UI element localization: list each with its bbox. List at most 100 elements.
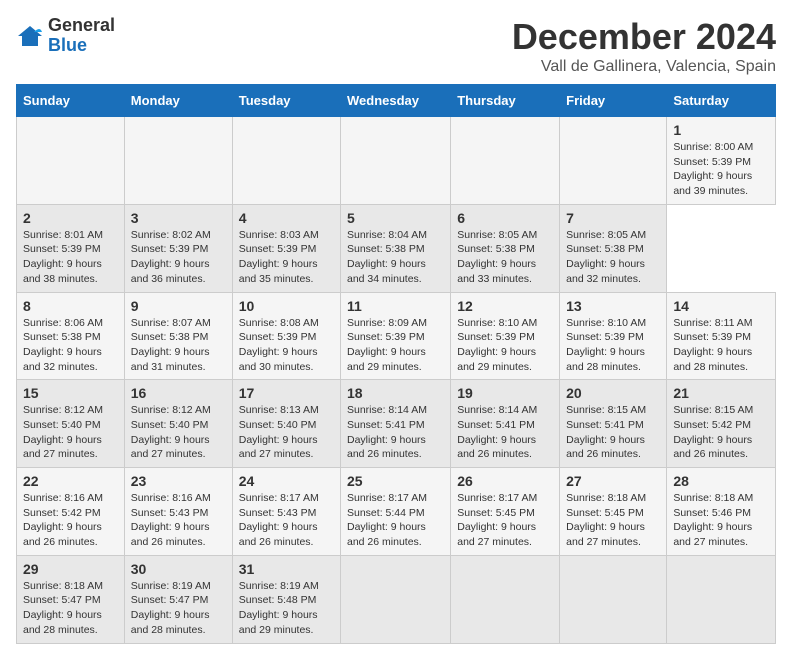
day-number: 29 [23, 561, 118, 577]
header-tuesday: Tuesday [232, 85, 340, 117]
day-info: Sunrise: 8:05 AMSunset: 5:38 PMDaylight:… [457, 228, 553, 287]
empty-cell [560, 117, 667, 205]
calendar-day-cell: 17 Sunrise: 8:13 AMSunset: 5:40 PMDaylig… [232, 380, 340, 468]
calendar-day-cell: 16 Sunrise: 8:12 AMSunset: 5:40 PMDaylig… [124, 380, 232, 468]
calendar-day-cell: 13 Sunrise: 8:10 AMSunset: 5:39 PMDaylig… [560, 292, 667, 380]
empty-cell [232, 117, 340, 205]
day-number: 9 [131, 298, 226, 314]
day-info: Sunrise: 8:19 AMSunset: 5:47 PMDaylight:… [131, 579, 226, 638]
day-number: 6 [457, 210, 553, 226]
title-area: December 2024 Vall de Gallinera, Valenci… [512, 16, 776, 76]
day-number: 18 [347, 385, 444, 401]
calendar-day-cell: 31 Sunrise: 8:19 AMSunset: 5:48 PMDaylig… [232, 555, 340, 643]
day-number: 8 [23, 298, 118, 314]
header-friday: Friday [560, 85, 667, 117]
day-number: 30 [131, 561, 226, 577]
calendar-week-row: 2 Sunrise: 8:01 AMSunset: 5:39 PMDayligh… [17, 204, 776, 292]
calendar-day-cell: 29 Sunrise: 8:18 AMSunset: 5:47 PMDaylig… [17, 555, 125, 643]
day-info: Sunrise: 8:11 AMSunset: 5:39 PMDaylight:… [673, 316, 769, 375]
day-number: 23 [131, 473, 226, 489]
calendar-week-row: 29 Sunrise: 8:18 AMSunset: 5:47 PMDaylig… [17, 555, 776, 643]
calendar-day-cell: 26 Sunrise: 8:17 AMSunset: 5:45 PMDaylig… [451, 468, 560, 556]
day-info: Sunrise: 8:06 AMSunset: 5:38 PMDaylight:… [23, 316, 118, 375]
day-number: 17 [239, 385, 334, 401]
header-monday: Monday [124, 85, 232, 117]
day-number: 13 [566, 298, 660, 314]
empty-cell [667, 555, 776, 643]
day-info: Sunrise: 8:00 AMSunset: 5:39 PMDaylight:… [673, 140, 769, 199]
header-wednesday: Wednesday [341, 85, 451, 117]
location-subtitle: Vall de Gallinera, Valencia, Spain [512, 58, 776, 76]
calendar-week-row: 15 Sunrise: 8:12 AMSunset: 5:40 PMDaylig… [17, 380, 776, 468]
empty-cell [124, 117, 232, 205]
header: General Blue December 2024 Vall de Galli… [16, 16, 776, 76]
calendar-day-cell: 19 Sunrise: 8:14 AMSunset: 5:41 PMDaylig… [451, 380, 560, 468]
calendar-day-cell: 14 Sunrise: 8:11 AMSunset: 5:39 PMDaylig… [667, 292, 776, 380]
day-number: 16 [131, 385, 226, 401]
empty-cell [341, 555, 451, 643]
calendar-day-cell: 21 Sunrise: 8:15 AMSunset: 5:42 PMDaylig… [667, 380, 776, 468]
day-info: Sunrise: 8:17 AMSunset: 5:44 PMDaylight:… [347, 491, 444, 550]
day-number: 14 [673, 298, 769, 314]
logo: General Blue [16, 16, 115, 56]
day-number: 7 [566, 210, 660, 226]
day-info: Sunrise: 8:18 AMSunset: 5:47 PMDaylight:… [23, 579, 118, 638]
day-info: Sunrise: 8:17 AMSunset: 5:43 PMDaylight:… [239, 491, 334, 550]
calendar-week-row: 1 Sunrise: 8:00 AMSunset: 5:39 PMDayligh… [17, 117, 776, 205]
empty-cell [17, 117, 125, 205]
calendar-day-cell: 9 Sunrise: 8:07 AMSunset: 5:38 PMDayligh… [124, 292, 232, 380]
calendar-day-cell: 1 Sunrise: 8:00 AMSunset: 5:39 PMDayligh… [667, 117, 776, 205]
day-info: Sunrise: 8:01 AMSunset: 5:39 PMDaylight:… [23, 228, 118, 287]
day-info: Sunrise: 8:08 AMSunset: 5:39 PMDaylight:… [239, 316, 334, 375]
calendar-header-row: SundayMondayTuesdayWednesdayThursdayFrid… [17, 85, 776, 117]
day-number: 15 [23, 385, 118, 401]
empty-cell [451, 555, 560, 643]
day-info: Sunrise: 8:04 AMSunset: 5:38 PMDaylight:… [347, 228, 444, 287]
calendar-day-cell: 23 Sunrise: 8:16 AMSunset: 5:43 PMDaylig… [124, 468, 232, 556]
day-info: Sunrise: 8:17 AMSunset: 5:45 PMDaylight:… [457, 491, 553, 550]
day-info: Sunrise: 8:18 AMSunset: 5:46 PMDaylight:… [673, 491, 769, 550]
day-info: Sunrise: 8:10 AMSunset: 5:39 PMDaylight:… [566, 316, 660, 375]
day-number: 10 [239, 298, 334, 314]
calendar-day-cell: 12 Sunrise: 8:10 AMSunset: 5:39 PMDaylig… [451, 292, 560, 380]
logo-general-text: General [48, 16, 115, 36]
calendar-day-cell: 24 Sunrise: 8:17 AMSunset: 5:43 PMDaylig… [232, 468, 340, 556]
calendar-day-cell: 20 Sunrise: 8:15 AMSunset: 5:41 PMDaylig… [560, 380, 667, 468]
calendar-week-row: 8 Sunrise: 8:06 AMSunset: 5:38 PMDayligh… [17, 292, 776, 380]
day-number: 5 [347, 210, 444, 226]
calendar-day-cell: 5 Sunrise: 8:04 AMSunset: 5:38 PMDayligh… [341, 204, 451, 292]
calendar-day-cell: 10 Sunrise: 8:08 AMSunset: 5:39 PMDaylig… [232, 292, 340, 380]
day-number: 2 [23, 210, 118, 226]
calendar-day-cell: 6 Sunrise: 8:05 AMSunset: 5:38 PMDayligh… [451, 204, 560, 292]
day-info: Sunrise: 8:14 AMSunset: 5:41 PMDaylight:… [347, 403, 444, 462]
calendar-day-cell: 2 Sunrise: 8:01 AMSunset: 5:39 PMDayligh… [17, 204, 125, 292]
calendar-day-cell: 27 Sunrise: 8:18 AMSunset: 5:45 PMDaylig… [560, 468, 667, 556]
day-info: Sunrise: 8:09 AMSunset: 5:39 PMDaylight:… [347, 316, 444, 375]
calendar-day-cell: 30 Sunrise: 8:19 AMSunset: 5:47 PMDaylig… [124, 555, 232, 643]
logo-text: General Blue [48, 16, 115, 56]
day-info: Sunrise: 8:16 AMSunset: 5:42 PMDaylight:… [23, 491, 118, 550]
calendar-day-cell: 8 Sunrise: 8:06 AMSunset: 5:38 PMDayligh… [17, 292, 125, 380]
day-number: 31 [239, 561, 334, 577]
month-title: December 2024 [512, 16, 776, 58]
day-info: Sunrise: 8:07 AMSunset: 5:38 PMDaylight:… [131, 316, 226, 375]
day-number: 25 [347, 473, 444, 489]
header-saturday: Saturday [667, 85, 776, 117]
day-info: Sunrise: 8:10 AMSunset: 5:39 PMDaylight:… [457, 316, 553, 375]
day-info: Sunrise: 8:15 AMSunset: 5:41 PMDaylight:… [566, 403, 660, 462]
day-info: Sunrise: 8:05 AMSunset: 5:38 PMDaylight:… [566, 228, 660, 287]
day-number: 20 [566, 385, 660, 401]
empty-cell [451, 117, 560, 205]
calendar-day-cell: 22 Sunrise: 8:16 AMSunset: 5:42 PMDaylig… [17, 468, 125, 556]
day-number: 26 [457, 473, 553, 489]
day-number: 3 [131, 210, 226, 226]
day-info: Sunrise: 8:02 AMSunset: 5:39 PMDaylight:… [131, 228, 226, 287]
day-number: 27 [566, 473, 660, 489]
empty-cell [341, 117, 451, 205]
logo-blue-text: Blue [48, 36, 115, 56]
calendar-day-cell: 4 Sunrise: 8:03 AMSunset: 5:39 PMDayligh… [232, 204, 340, 292]
day-info: Sunrise: 8:12 AMSunset: 5:40 PMDaylight:… [23, 403, 118, 462]
header-thursday: Thursday [451, 85, 560, 117]
day-number: 22 [23, 473, 118, 489]
calendar-day-cell: 7 Sunrise: 8:05 AMSunset: 5:38 PMDayligh… [560, 204, 667, 292]
